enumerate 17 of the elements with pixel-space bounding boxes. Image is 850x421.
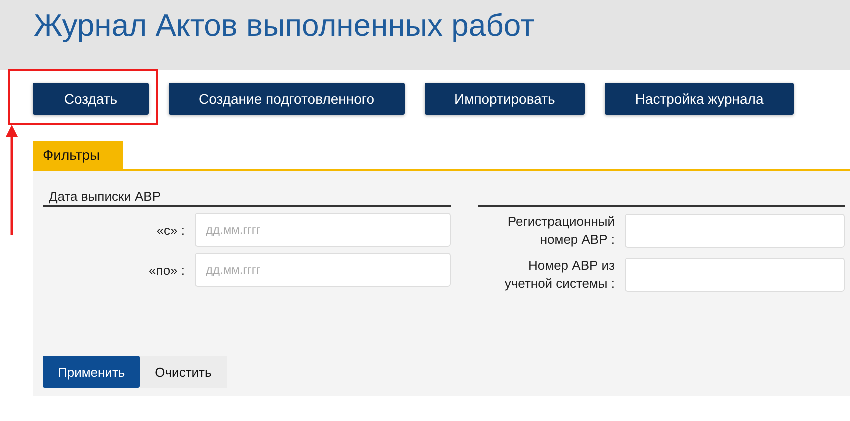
- field-label: Регистрационный номер АВР :: [506, 213, 615, 249]
- action-button[interactable]: Создать: [33, 83, 149, 115]
- field-label: «с» :: [156, 222, 185, 238]
- date-input-field[interactable]: дд.мм.гггг: [195, 253, 451, 287]
- field-label: Номер АВР из учетной системы :: [504, 257, 615, 293]
- section-title: Дата выписки АВР: [48, 189, 162, 205]
- action-button[interactable]: Настройка журнала: [605, 83, 794, 115]
- action-button[interactable]: Создание подготовленного: [169, 83, 404, 115]
- field-label: «по» :: [149, 262, 185, 278]
- input-field[interactable]: [625, 258, 845, 292]
- filter-button[interactable]: Применить: [43, 356, 140, 388]
- filter-button[interactable]: Очистить: [140, 356, 227, 388]
- input-field[interactable]: [625, 214, 845, 248]
- date-input-field[interactable]: дд.мм.гггг: [195, 213, 451, 247]
- page-title: Журнал Актов выполненных работ: [34, 8, 535, 44]
- filters-tab[interactable]: Фильтры: [33, 141, 123, 169]
- action-button[interactable]: Импортировать: [424, 83, 586, 115]
